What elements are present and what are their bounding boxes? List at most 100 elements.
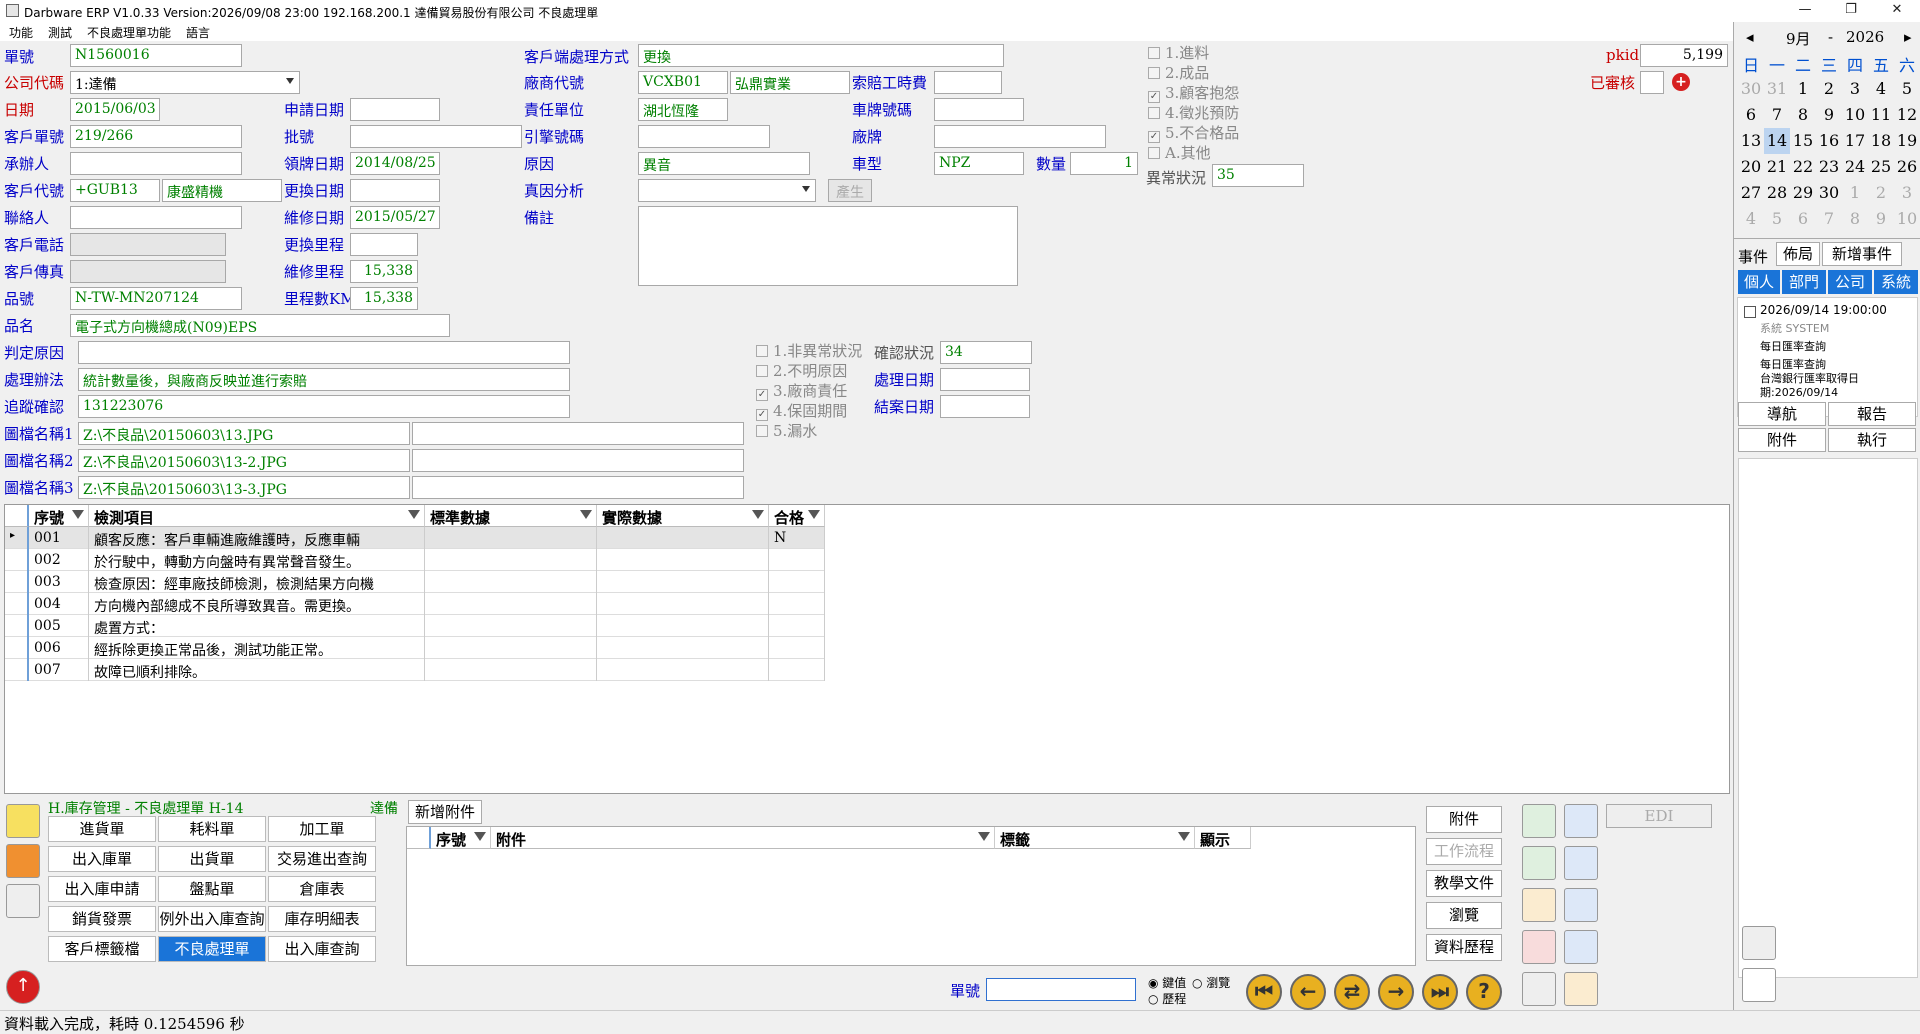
applydate-field[interactable] bbox=[350, 98, 440, 121]
judge-field[interactable] bbox=[78, 341, 570, 364]
calendar-day[interactable]: 30 bbox=[1816, 180, 1842, 206]
navigate-button[interactable]: 導航 bbox=[1738, 402, 1826, 426]
upload-icon[interactable]: ↑ bbox=[6, 970, 40, 1004]
table-row[interactable]: 002 於行駛中，轉動方向盤時有異常聲音發生。 bbox=[5, 549, 825, 571]
add-attachment-button[interactable]: 新增附件 bbox=[408, 800, 482, 824]
calendar-day[interactable]: 8 bbox=[1790, 102, 1816, 128]
row-selector[interactable] bbox=[5, 615, 29, 637]
handler-field[interactable] bbox=[70, 152, 242, 175]
calendar-day[interactable]: 30 bbox=[1738, 76, 1764, 102]
cell-std[interactable] bbox=[425, 527, 597, 549]
menu-defect-functions[interactable]: 不良處理單功能 bbox=[87, 24, 171, 41]
row-selector[interactable] bbox=[5, 637, 29, 659]
calendar-day[interactable]: 17 bbox=[1842, 128, 1868, 154]
cell-act[interactable] bbox=[597, 615, 769, 637]
module-button-11[interactable]: 庫存明細表 bbox=[268, 906, 376, 932]
menu-test[interactable]: 測試 bbox=[48, 24, 72, 41]
filter-icon[interactable] bbox=[474, 832, 486, 841]
claim-field[interactable] bbox=[934, 71, 1002, 94]
dan-field[interactable]: N1560016 bbox=[70, 44, 242, 67]
report-button[interactable]: 報告 bbox=[1828, 402, 1916, 426]
calendar-day[interactable]: 29 bbox=[1790, 180, 1816, 206]
module-button-9[interactable]: 銷貨發票 bbox=[48, 906, 156, 932]
cell-act[interactable] bbox=[597, 659, 769, 681]
filter-icon[interactable] bbox=[408, 510, 420, 519]
pkid-field[interactable]: 5,199 bbox=[1640, 44, 1728, 67]
plate-field[interactable] bbox=[934, 98, 1024, 121]
clock-icon[interactable] bbox=[1742, 968, 1776, 1002]
col-header-no[interactable]: 序號 bbox=[29, 505, 89, 527]
filter-icon[interactable] bbox=[808, 510, 820, 519]
calendar-day[interactable]: 7 bbox=[1816, 206, 1842, 232]
attach-col-tag[interactable]: 標籤 bbox=[995, 827, 1195, 849]
filter-icon[interactable] bbox=[72, 510, 84, 519]
cell-act[interactable] bbox=[597, 637, 769, 659]
cell-ok[interactable] bbox=[769, 549, 825, 571]
scope-system[interactable]: 系統 bbox=[1874, 270, 1918, 294]
side-attachment-button[interactable]: 附件 bbox=[1426, 806, 1502, 833]
calendar-day[interactable]: 9 bbox=[1868, 206, 1894, 232]
cal-tab-layout[interactable]: 佈局 bbox=[1776, 242, 1820, 266]
repairdate-field[interactable]: 2015/05/27 bbox=[350, 206, 440, 229]
search-doc-icon[interactable] bbox=[1564, 930, 1598, 964]
module-button-1[interactable]: 耗料單 bbox=[158, 816, 266, 842]
calendar-day[interactable]: 20 bbox=[1738, 154, 1764, 180]
calendar-day[interactable]: 4 bbox=[1738, 206, 1764, 232]
cell-ok[interactable] bbox=[769, 593, 825, 615]
checkbox-icon[interactable] bbox=[756, 345, 768, 357]
category-checkbox-4[interactable]: ✓ 5.不合格品 bbox=[1148, 122, 1239, 143]
calendar-day[interactable]: 25 bbox=[1868, 154, 1894, 180]
search-dan-input[interactable] bbox=[986, 978, 1136, 1001]
cell-ok[interactable] bbox=[769, 637, 825, 659]
calendar-day[interactable]: 7 bbox=[1764, 102, 1790, 128]
flower-icon[interactable] bbox=[6, 844, 40, 878]
prev-month-button[interactable]: ◂ bbox=[1746, 28, 1754, 46]
chevron-down-icon[interactable] bbox=[802, 186, 810, 192]
confirm-field[interactable]: 34 bbox=[940, 341, 1032, 364]
calendar-day[interactable]: 22 bbox=[1790, 154, 1816, 180]
calendar-day[interactable]: 31 bbox=[1764, 76, 1790, 102]
radio-key[interactable]: ◉ 鍵值 bbox=[1148, 974, 1186, 991]
insert-record-icon[interactable] bbox=[1522, 846, 1556, 880]
cell-ok[interactable]: N bbox=[769, 527, 825, 549]
cell-item[interactable]: 處置方式： bbox=[89, 615, 425, 637]
calendar-day[interactable]: 16 bbox=[1816, 128, 1842, 154]
table-row[interactable]: 003 檢查原因：經車廠技師檢測，檢測結果方向機 bbox=[5, 571, 825, 593]
calendar-day[interactable]: 6 bbox=[1790, 206, 1816, 232]
cal-tab-new-event[interactable]: 新增事件 bbox=[1822, 242, 1902, 266]
module-button-12[interactable]: 客戶標籤檔 bbox=[48, 936, 156, 962]
module-button-4[interactable]: 出貨單 bbox=[158, 846, 266, 872]
calendar-day[interactable]: 19 bbox=[1894, 128, 1920, 154]
category-checkbox-1[interactable]: 2.成品 bbox=[1148, 62, 1209, 83]
row-selector[interactable] bbox=[5, 571, 29, 593]
calendar-day[interactable]: 1 bbox=[1842, 180, 1868, 206]
cell-std[interactable] bbox=[425, 549, 597, 571]
calendar-day[interactable]: 5 bbox=[1764, 206, 1790, 232]
date-field[interactable]: 2015/06/03 bbox=[70, 98, 160, 121]
company-select[interactable]: 1:達備 bbox=[70, 71, 300, 94]
folder-icon[interactable] bbox=[6, 884, 40, 918]
confirm-checkbox-3[interactable]: ✓ 4.保固期間 bbox=[756, 400, 847, 421]
cell-item[interactable]: 檢查原因：經車廠技師檢測，檢測結果方向機 bbox=[89, 571, 425, 593]
cell-item[interactable]: 經拆除更換正常品後，測試功能正常。 bbox=[89, 637, 425, 659]
delete-record-icon[interactable] bbox=[1522, 930, 1556, 964]
notes-icon[interactable] bbox=[6, 804, 40, 838]
export-icon[interactable] bbox=[1564, 972, 1598, 1006]
calendar-day[interactable]: 4 bbox=[1868, 76, 1894, 102]
first-record-button[interactable]: ⏮ bbox=[1246, 974, 1282, 1010]
method-field[interactable]: 統計數量後，與廠商反映並進行索賠 bbox=[78, 368, 570, 391]
checkbox-icon[interactable] bbox=[756, 365, 768, 377]
category-checkbox-3[interactable]: 4.徵兆預防 bbox=[1148, 102, 1239, 123]
confirm-checkbox-0[interactable]: 1.非異常狀況 bbox=[756, 340, 862, 361]
cell-act[interactable] bbox=[597, 549, 769, 571]
partno-field[interactable]: N-TW-MN207124 bbox=[70, 287, 242, 310]
mileagekm-field[interactable]: 15,338 bbox=[350, 287, 418, 310]
calendar-day[interactable]: 9 bbox=[1816, 102, 1842, 128]
table-row[interactable]: 005 處置方式： bbox=[5, 615, 825, 637]
calendar-day[interactable]: 3 bbox=[1894, 180, 1920, 206]
cell-std[interactable] bbox=[425, 659, 597, 681]
calendar-day[interactable]: 13 bbox=[1738, 128, 1764, 154]
remark-field[interactable] bbox=[638, 206, 1018, 286]
brand-field[interactable] bbox=[934, 125, 1106, 148]
module-button-14[interactable]: 出入庫查詢 bbox=[268, 936, 376, 962]
